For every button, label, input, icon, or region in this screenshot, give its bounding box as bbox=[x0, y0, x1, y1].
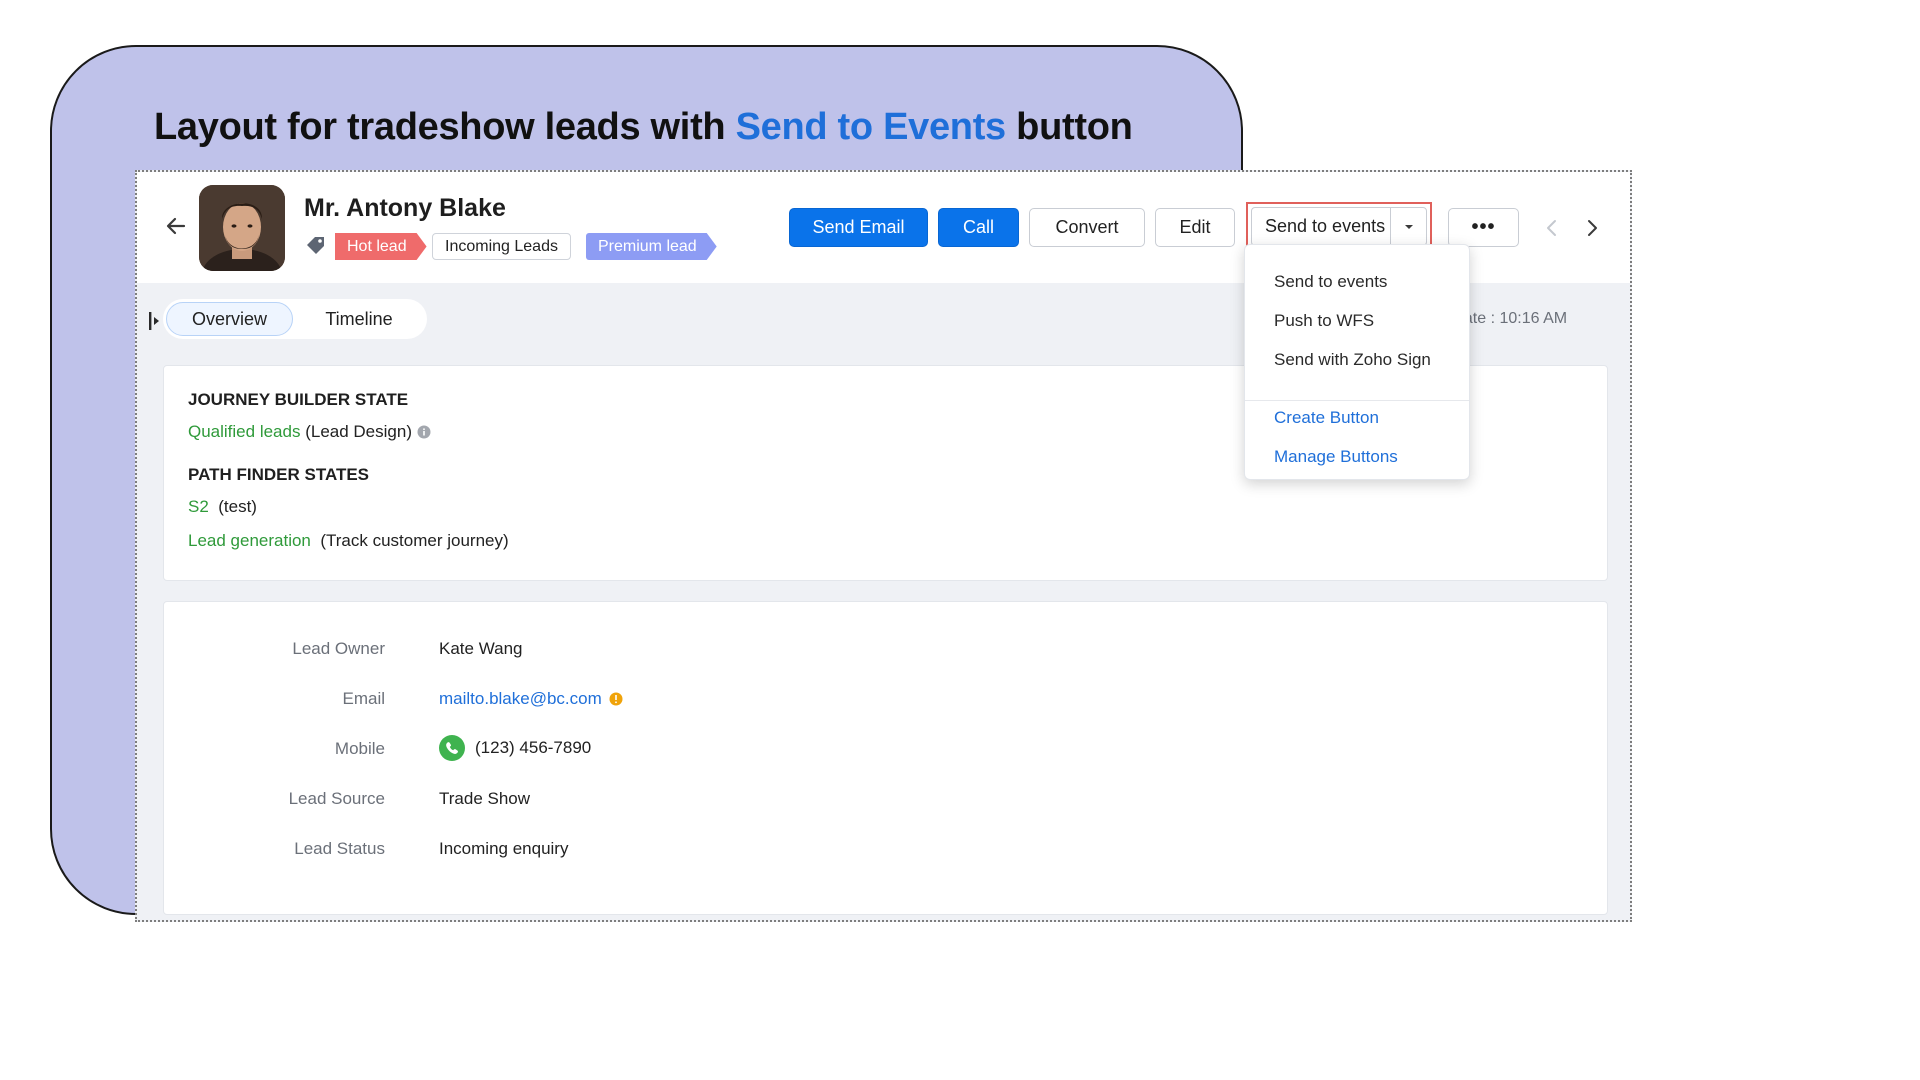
field-label-lead-source: Lead Source bbox=[288, 789, 385, 808]
lead-details-card: Lead Owner Kate Wang Email mailto.blake@… bbox=[163, 601, 1608, 915]
tag-incoming-leads: Incoming Leads bbox=[432, 233, 571, 260]
phone-icon[interactable] bbox=[439, 735, 465, 761]
path-state-name[interactable]: Lead generation bbox=[188, 531, 311, 551]
journey-builder-title: JOURNEY BUILDER STATE bbox=[188, 390, 409, 409]
field-value-lead-owner[interactable]: Kate Wang bbox=[439, 639, 522, 659]
menu-item-send-to-events[interactable]: Send to events bbox=[1274, 272, 1387, 292]
menu-item-manage-buttons[interactable]: Manage Buttons bbox=[1274, 447, 1398, 467]
headline-accent: Send to Events bbox=[735, 106, 1007, 148]
more-actions-button[interactable]: ••• bbox=[1448, 208, 1519, 247]
journey-state-detail: (Lead Design) bbox=[305, 422, 412, 441]
tag-premium-lead: Premium lead bbox=[586, 233, 717, 260]
send-to-events-button[interactable]: Send to events bbox=[1252, 208, 1390, 245]
convert-button[interactable]: Convert bbox=[1029, 208, 1145, 247]
lead-name: Mr. Antony Blake bbox=[304, 194, 506, 222]
tag-icon[interactable] bbox=[304, 233, 328, 257]
send-to-events-dropdown-toggle[interactable] bbox=[1390, 208, 1426, 245]
path-state-line: S2 (test) bbox=[188, 497, 257, 517]
path-state-name[interactable]: S2 bbox=[188, 497, 209, 517]
field-label-lead-status: Lead Status bbox=[294, 839, 385, 858]
call-button[interactable]: Call bbox=[938, 208, 1019, 247]
avatar bbox=[199, 185, 285, 271]
last-update-text: date : 10:16 AM bbox=[1455, 310, 1568, 327]
tab-timeline[interactable]: Timeline bbox=[307, 302, 411, 336]
path-state-detail: (Track customer journey) bbox=[320, 531, 509, 550]
headline-suffix: button bbox=[1005, 106, 1133, 148]
page-headline: Layout for tradeshow leads with Send to … bbox=[154, 106, 1133, 149]
info-icon[interactable] bbox=[417, 425, 431, 439]
warning-icon[interactable] bbox=[609, 692, 623, 706]
chevron-right-icon[interactable] bbox=[1580, 216, 1604, 240]
field-label-email: Email bbox=[342, 689, 385, 708]
journey-state-line: Qualified leads (Lead Design) bbox=[188, 422, 431, 442]
send-to-events-highlight: Send to events bbox=[1246, 202, 1432, 249]
menu-item-send-with-zoho-sign[interactable]: Send with Zoho Sign bbox=[1274, 350, 1431, 370]
email-link[interactable]: mailto.blake@bc.com bbox=[439, 689, 602, 709]
send-to-events-dropdown-menu: Send to events Push to WFS Send with Zoh… bbox=[1244, 244, 1470, 480]
field-value-email: mailto.blake@bc.com bbox=[439, 689, 623, 709]
field-value-lead-status[interactable]: Incoming enquiry bbox=[439, 839, 568, 859]
chevron-left-icon[interactable] bbox=[1540, 216, 1564, 240]
field-label-mobile: Mobile bbox=[334, 739, 385, 758]
field-value-mobile: (123) 456-7890 bbox=[439, 735, 591, 761]
menu-divider bbox=[1245, 400, 1469, 401]
path-state-line: Lead generation (Track customer journey) bbox=[188, 531, 509, 551]
path-finder-title: PATH FINDER STATES bbox=[188, 465, 370, 484]
field-value-lead-source[interactable]: Trade Show bbox=[439, 789, 530, 809]
tab-overview[interactable]: Overview bbox=[166, 302, 293, 336]
back-arrow-icon[interactable] bbox=[162, 212, 190, 240]
record-tabs: Overview Timeline bbox=[163, 299, 427, 339]
send-email-button[interactable]: Send Email bbox=[789, 208, 928, 247]
panel-toggle-icon[interactable] bbox=[147, 310, 163, 332]
screenshot-stage: Layout for tradeshow leads with Send to … bbox=[0, 0, 1920, 1080]
edit-button[interactable]: Edit bbox=[1155, 208, 1235, 247]
menu-item-push-to-wfs[interactable]: Push to WFS bbox=[1274, 311, 1374, 331]
avatar-portrait-icon bbox=[199, 185, 285, 271]
headline-prefix: Layout for tradeshow leads with bbox=[154, 106, 736, 148]
tag-hot-lead: Hot lead bbox=[335, 233, 427, 260]
caret-down-icon bbox=[1404, 224, 1413, 229]
field-label-lead-owner: Lead Owner bbox=[292, 639, 385, 658]
send-to-events-split-button: Send to events bbox=[1251, 207, 1427, 246]
mobile-number[interactable]: (123) 456-7890 bbox=[475, 738, 591, 758]
journey-state-name[interactable]: Qualified leads bbox=[188, 422, 300, 442]
menu-item-create-button[interactable]: Create Button bbox=[1274, 408, 1379, 428]
path-state-detail: (test) bbox=[218, 497, 257, 516]
